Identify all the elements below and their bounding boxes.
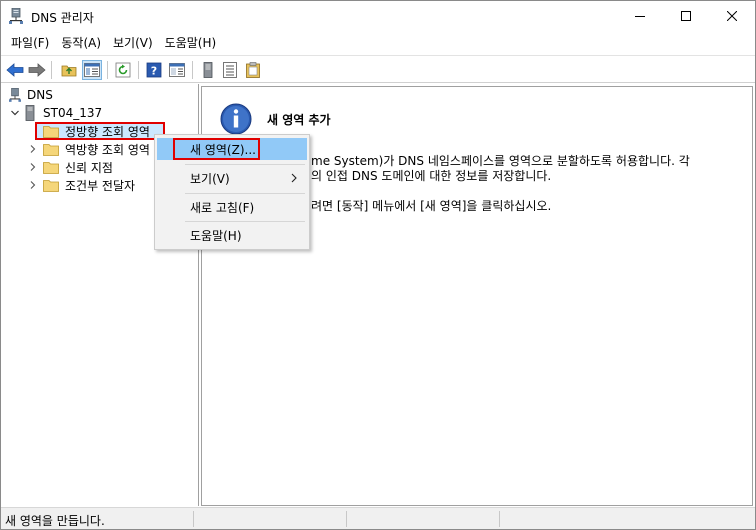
close-button[interactable] [709,1,755,31]
clipboard-button[interactable] [243,60,263,80]
help-button[interactable]: ? [144,60,164,80]
dns-app-icon [9,8,23,24]
tree-server-node[interactable]: ST04_137 [9,104,102,122]
status-bar: 새 영역을 만듭니다. [1,507,755,529]
folder-icon [43,179,59,192]
chevron-right-icon[interactable] [27,143,39,155]
up-folder-icon [61,65,77,77]
new-zone-highlight-box [173,138,260,160]
context-menu-view[interactable]: 보기(V) [157,167,307,189]
status-text: 새 영역을 만듭니다. [5,514,105,528]
forward-button[interactable] [27,60,47,80]
tree-server-label: ST04_137 [43,106,103,120]
show-hide-tree-icon [84,63,100,77]
context-menu-help-label: 도움말(H) [190,228,242,243]
menu-help[interactable]: 도움말(H) [159,32,223,54]
back-button[interactable] [5,60,25,80]
forward-arrow-icon [28,63,46,77]
tree-item-conditional-forwarders[interactable]: 조건부 전달자 [27,176,135,194]
tree-root-label: DNS [27,88,53,102]
menu-file[interactable]: 파일(F) [5,32,55,54]
details-text-line-2: 의 인접 DNS 도메인에 대한 정보를 저장합니다. [311,169,552,183]
refresh-icon [115,62,131,78]
up-level-button[interactable] [59,60,79,80]
details-text-line-3: 려면 [동작] 메뉴에서 [새 영역]을 클릭하십시오. [311,199,552,213]
svg-text:?: ? [151,65,157,78]
tree-item-label: 정방향 조회 영역 [65,124,150,139]
menu-action[interactable]: 동작(A) [55,32,107,54]
list-icon [223,62,237,78]
toolbar: ? [1,55,755,83]
window-title: DNS 관리자 [31,11,94,25]
back-arrow-icon [6,63,24,77]
tree-item-label: 신뢰 지점 [65,160,113,175]
maximize-icon [681,11,691,21]
chevron-down-icon[interactable] [9,107,21,119]
tree-item-label: 조건부 전달자 [65,178,136,193]
title-bar: DNS 관리자 [1,1,755,31]
dns-manager-window: DNS 관리자 파일(F) 동작(A) 보기(V) 도움말(H) ? DNS S… [0,0,756,530]
tree-expander-blank [27,125,39,137]
context-menu-refresh[interactable]: 새로 고침(F) [157,196,307,218]
properties-button[interactable] [167,60,187,80]
chevron-right-icon[interactable] [27,161,39,173]
submenu-arrow-icon [291,173,297,183]
maximize-button[interactable] [663,1,709,31]
server-button[interactable] [198,60,218,80]
menu-view[interactable]: 보기(V) [107,32,159,54]
tree-item-forward-lookup[interactable]: 정방향 조회 영역 [27,122,150,140]
details-title: 새 영역 추가 [267,113,331,127]
folder-icon [43,143,59,156]
info-icon [220,103,252,135]
list-button[interactable] [220,60,240,80]
context-menu-help[interactable]: 도움말(H) [157,224,307,246]
tree-item-trust-points[interactable]: 신뢰 지점 [27,158,113,176]
refresh-button[interactable] [113,60,133,80]
dns-icon [9,88,21,102]
clipboard-icon [246,62,260,78]
close-icon [727,11,737,21]
minimize-button[interactable] [617,1,663,31]
minimize-icon [635,16,645,17]
server-icon [203,62,213,78]
menu-bar: 파일(F) 동작(A) 보기(V) 도움말(H) [1,31,755,55]
folder-icon [43,125,59,138]
chevron-right-icon[interactable] [27,179,39,191]
server-icon [25,105,35,121]
tree-item-reverse-lookup[interactable]: 역방향 조회 영역 [27,140,150,158]
properties-icon [169,63,185,77]
folder-icon [43,161,59,174]
show-hide-tree-button[interactable] [82,60,102,80]
tree-item-label: 역방향 조회 영역 [65,142,150,157]
context-menu-refresh-label: 새로 고침(F) [190,200,255,215]
context-menu-view-label: 보기(V) [190,171,230,186]
tree-root-dns[interactable]: DNS [9,86,53,104]
help-icon: ? [146,62,162,78]
